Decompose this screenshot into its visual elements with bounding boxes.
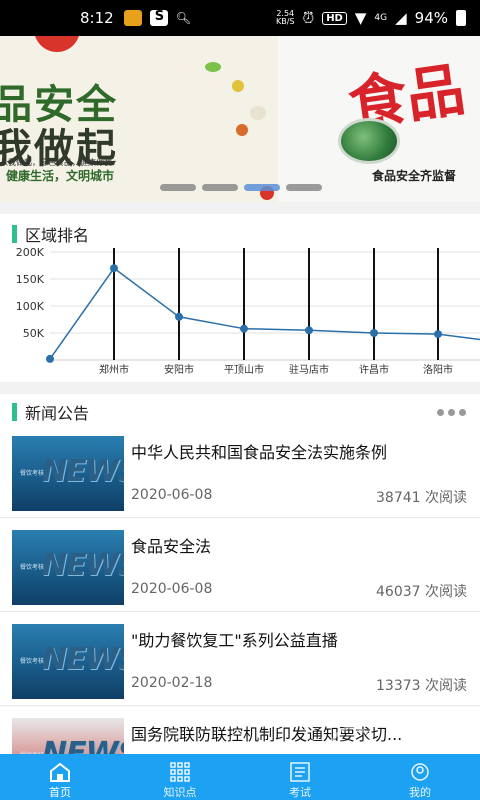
garlic-image — [250, 106, 266, 120]
banner-slide-supervision[interactable]: 食品 食品安全齐监督 — [278, 36, 480, 202]
section-accent-bar — [12, 225, 17, 243]
region-ranking-title: 区域排名 — [25, 226, 90, 245]
news-card: 新闻公告 餐饮考核 NEWS 中华人民共和国食品安全法实施条例 2020-06-… — [0, 394, 480, 754]
news-thumbnail: 餐饮考核 NEWS — [12, 624, 124, 699]
banner-tagline: 健康生活，文明城市 — [6, 169, 115, 183]
user-icon — [411, 763, 429, 781]
network-speed-unit: KB/S — [275, 17, 295, 26]
food-safety-emblem-icon — [338, 118, 400, 164]
search-notification-icon: 🔍︎ — [175, 11, 191, 25]
news-item-title[interactable]: 中华人民共和国食品安全法实施条例 — [131, 439, 468, 463]
signal-label: 4G — [374, 13, 388, 23]
carousel-indicator — [160, 184, 322, 191]
battery-percent: 94% — [414, 9, 448, 27]
banner-caption: 食品安全齐监督 — [372, 169, 457, 183]
region-ranking-chart[interactable]: 200K 150K 100K 50K 郑州市 安阳市 平顶山市 驻马店市 许昌市 洛阳市 — [0, 248, 480, 380]
tomato-image — [34, 36, 80, 52]
carousel-dot-active[interactable] — [244, 184, 280, 191]
hd-badge: HD — [322, 11, 347, 25]
banner-carousel[interactable]: 品安全 我做起 从我做起，绿色食品，健康你我 健康生活，文明城市 食品 食品安全… — [0, 36, 480, 202]
thumb-news-label: NEWS — [42, 642, 124, 677]
tab-mine[interactable]: 我的 — [360, 754, 480, 800]
battery-icon — [456, 10, 466, 26]
exam-icon — [290, 762, 310, 782]
news-thumbnail: 餐饮考核 NEWS — [12, 718, 124, 754]
pepper-image — [232, 80, 244, 92]
chart-y-tick-label: 100K — [16, 300, 45, 313]
chart-x-tick-label: 驻马店市 — [289, 363, 329, 376]
thumb-caption: 餐饮考核 — [20, 658, 45, 665]
chart-y-tick-label: 200K — [16, 248, 45, 259]
chart-data-point — [434, 330, 442, 339]
section-accent-bar — [12, 403, 17, 421]
news-item-date: 2020-06-08 — [131, 581, 213, 597]
thumb-caption: 餐饮考核 — [20, 470, 45, 477]
news-thumbnail: 餐饮考核 NEWS — [12, 530, 124, 605]
tab-label: 考试 — [289, 786, 311, 799]
weibo-notification-icon — [123, 10, 142, 26]
news-item-reads: 13373 次阅读 — [376, 678, 467, 694]
news-item-title[interactable]: 国务院联防联控机制印发通知要求切... — [131, 721, 468, 745]
carousel-dot[interactable] — [160, 184, 196, 191]
chart-x-tick-label: 安阳市 — [164, 363, 194, 376]
news-list-item[interactable]: 餐饮考核 NEWS 中华人民共和国食品安全法实施条例 2020-06-08 38… — [0, 425, 480, 518]
alarm-icon: ⏰︎ — [302, 9, 315, 27]
thumb-news-label: NEWS — [42, 548, 124, 583]
thumb-news-label: NEWS — [42, 736, 124, 754]
status-time: 8:12 — [80, 9, 114, 27]
signal-icon: ◢ — [395, 9, 407, 27]
network-speed: 2.54 KB/S — [276, 10, 295, 26]
carrot-image — [236, 124, 248, 136]
tab-exam[interactable]: 考试 — [240, 754, 360, 800]
status-bar: 8:12 🔍︎ 2.54 KB/S ⏰︎ HD ▼ 4G ◢ 94% — [0, 0, 480, 36]
banner-slide-food-safety[interactable]: 品安全 我做起 从我做起，绿色食品，健康你我 健康生活，文明城市 — [0, 36, 278, 202]
chart-data-point — [240, 324, 248, 333]
carousel-dot[interactable] — [286, 184, 322, 191]
tab-knowledge[interactable]: 知识点 — [120, 754, 240, 800]
news-item-title[interactable]: 食品安全法 — [131, 533, 468, 557]
news-item-date: 2020-02-18 — [131, 675, 213, 691]
news-list-item[interactable]: 餐饮考核 NEWS "助力餐饮复工"系列公益直播 2020-02-18 1337… — [0, 613, 480, 706]
grid-icon — [170, 762, 190, 782]
chart-data-point — [46, 354, 54, 363]
home-icon — [50, 762, 70, 782]
chart-y-tick-label: 50K — [23, 327, 45, 340]
chart-x-tick-label: 洛阳市 — [423, 363, 453, 376]
news-title: 新闻公告 — [25, 404, 90, 423]
more-icon[interactable] — [437, 408, 466, 416]
tab-label: 知识点 — [163, 786, 197, 799]
news-item-title[interactable]: "助力餐饮复工"系列公益直播 — [131, 627, 468, 651]
chart-x-tick-label: 郑州市 — [99, 363, 129, 376]
news-item-reads: 38741 次阅读 — [376, 490, 467, 506]
tab-label: 首页 — [49, 786, 71, 799]
tab-label: 我的 — [409, 786, 431, 799]
chart-data-point — [305, 326, 313, 335]
region-ranking-card: 区域排名 200K 150K 100K 50K 郑州市 安阳市 平顶山市 驻马店市 许昌市 洛阳市 — [0, 214, 480, 382]
bottom-tab-bar: 首页 知识点 考试 我的 — [0, 754, 480, 800]
app-notification-icon — [149, 9, 168, 26]
tab-home[interactable]: 首页 — [0, 754, 120, 800]
chart-data-point — [175, 312, 183, 321]
line-chart-svg[interactable]: 200K 150K 100K 50K 郑州市 安阳市 平顶山市 驻马店市 许昌市 洛阳市 — [0, 248, 480, 382]
thumb-news-label: NEWS — [42, 454, 124, 489]
news-list-item[interactable]: 餐饮考核 NEWS 食品安全法 2020-06-08 46037 次阅读 — [0, 519, 480, 612]
thumb-caption: 餐饮考核 — [20, 564, 45, 571]
chart-x-tick-label: 平顶山市 — [224, 363, 264, 376]
news-list-item[interactable]: 餐饮考核 NEWS 国务院联防联控机制印发通知要求切... — [0, 707, 480, 754]
wifi-icon: ▼ — [354, 9, 367, 27]
news-item-date: 2020-06-08 — [131, 487, 213, 503]
news-item-reads: 46037 次阅读 — [376, 584, 467, 600]
chart-data-point — [110, 264, 118, 273]
chart-y-tick-label: 150K — [16, 273, 45, 286]
news-thumbnail: 餐饮考核 NEWS — [12, 436, 124, 511]
carousel-dot[interactable] — [202, 184, 238, 191]
leaf-image — [205, 62, 221, 72]
chart-x-tick-label: 许昌市 — [359, 363, 389, 376]
chart-data-point — [370, 329, 378, 337]
